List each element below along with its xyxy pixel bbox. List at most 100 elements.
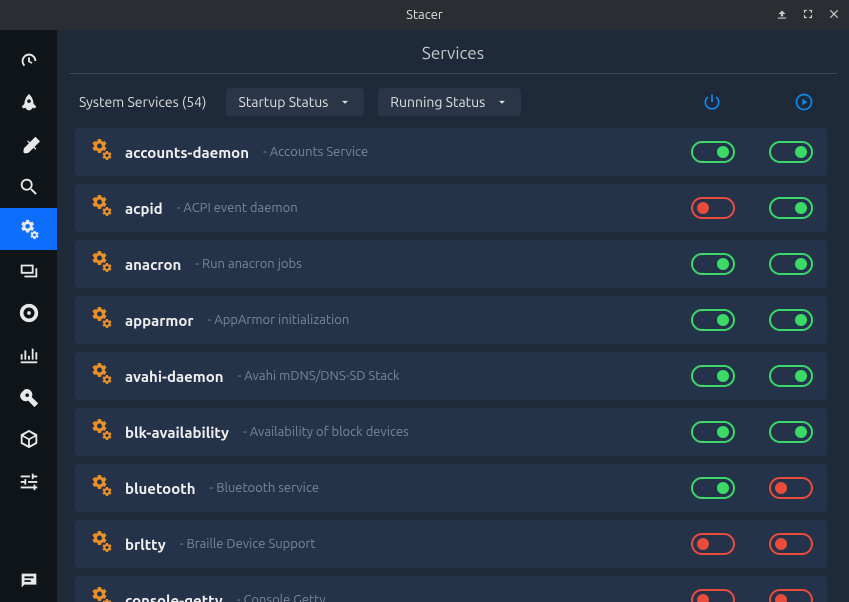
service-gear-icon [89,586,113,602]
service-row: accounts-daemon - Accounts Service [75,128,827,176]
chevron-down-icon [495,95,509,109]
service-row: avahi-daemon - Avahi mDNS/DNS-SD Stack [75,352,827,400]
sidebar-item-packages[interactable] [0,418,57,460]
running-toggle-acpid[interactable] [769,197,813,219]
minimize-icon[interactable] [775,7,789,24]
titlebar: Stacer [0,0,849,30]
close-icon[interactable] [827,7,841,24]
package-icon [18,428,40,450]
startup-toggle-accounts-daemon[interactable] [691,141,735,163]
chart-icon [18,344,40,366]
startup-toggle-blk-availability[interactable] [691,421,735,443]
toggle-knob [697,202,709,214]
dropdown-label: Running Status [390,94,485,110]
disk-icon [18,302,40,324]
toggle-knob [775,482,787,494]
titlebar-actions [775,0,841,30]
maximize-icon[interactable] [801,7,815,24]
feedback-icon [18,570,40,592]
service-description: - ACPI event daemon [177,201,298,215]
sidebar-item-startup[interactable] [0,82,57,124]
toggle-knob [697,538,709,550]
toggle-knob [717,314,729,326]
service-name: accounts-daemon [125,144,249,161]
service-gear-icon [89,362,113,386]
running-toggle-bluetooth[interactable] [769,477,813,499]
service-icon [89,138,113,166]
power-icon [702,92,722,112]
running-toggle-apparmor[interactable] [769,309,813,331]
service-description: - Run anacron jobs [195,257,301,271]
titlebar-title: Stacer [406,8,443,22]
service-icon [89,474,113,502]
gears-icon [18,218,40,240]
sidebar-item-dashboard[interactable] [0,40,57,82]
sliders-icon [18,470,40,492]
service-description: - Availability of block devices [243,425,409,439]
running-toggle-brltty[interactable] [769,533,813,555]
page-title: Services [69,30,837,74]
rocket-icon [18,92,40,114]
service-icon [89,530,113,558]
service-gear-icon [89,474,113,498]
startup-status-dropdown[interactable]: Startup Status [226,88,364,116]
toggle-knob [717,258,729,270]
service-name: bluetooth [125,480,195,497]
service-row: bluetooth- Bluetooth service [75,464,827,512]
service-icon [89,362,113,390]
service-list[interactable]: accounts-daemon- Accounts Serviceacpid- … [75,128,831,602]
sidebar-item-services[interactable] [0,208,57,250]
sidebar-item-storage[interactable] [0,292,57,334]
play-icon [794,92,814,112]
chevron-down-icon [338,95,352,109]
sidebar-item-processes[interactable] [0,250,57,292]
running-toggle-console-getty[interactable] [769,589,813,602]
service-name: console-getty [125,592,223,602]
toggle-knob [795,314,807,326]
running-toggle-anacron[interactable] [769,253,813,275]
filter-bar: System Services (54) Startup Status Runn… [75,88,831,128]
sidebar-item-tools[interactable] [0,376,57,418]
service-description: - Avahi mDNS/DNS-SD Stack [238,369,400,383]
app-body: Services System Services (54) Startup St… [0,30,849,602]
running-toggle-blk-availability[interactable] [769,421,813,443]
service-gear-icon [89,250,113,274]
sidebar-item-settings[interactable] [0,460,57,502]
windows-icon [18,260,40,282]
service-description: - Accounts Service [263,145,368,159]
sidebar-item-cleaner[interactable] [0,124,57,166]
startup-toggle-anacron[interactable] [691,253,735,275]
startup-toggle-acpid[interactable] [691,197,735,219]
startup-toggle-console-getty[interactable] [691,589,735,602]
service-gear-icon [89,138,113,162]
service-count-label: System Services (54) [79,94,206,110]
service-icon [89,418,113,446]
sidebar-item-feedback[interactable] [0,560,57,602]
toggle-knob [775,594,787,602]
service-description: - Console Getty [237,593,326,602]
toggle-knob [717,370,729,382]
running-status-dropdown[interactable]: Running Status [378,88,521,116]
startup-toggle-avahi-daemon[interactable] [691,365,735,387]
running-toggle-accounts-daemon[interactable] [769,141,813,163]
service-row: blk-availability- Availability of block … [75,408,827,456]
startup-toggle-bluetooth[interactable] [691,477,735,499]
running-toggle-avahi-daemon[interactable] [769,365,813,387]
toggle-knob [795,258,807,270]
service-row: brltty- Braille Device Support [75,520,827,568]
toggle-knob [717,146,729,158]
toggle-knob [775,538,787,550]
sidebar-item-resources[interactable] [0,334,57,376]
startup-toggle-apparmor[interactable] [691,309,735,331]
toggle-knob [697,594,709,602]
startup-toggle-brltty[interactable] [691,533,735,555]
sidebar [0,30,57,602]
running-column-header [781,92,827,112]
sidebar-item-search[interactable] [0,166,57,208]
service-name: avahi-daemon [125,368,224,385]
main-panel: Services System Services (54) Startup St… [57,30,849,602]
service-icon [89,194,113,222]
toggle-knob [717,426,729,438]
service-name: anacron [125,256,181,273]
service-row: anacron - Run anacron jobs [75,240,827,288]
